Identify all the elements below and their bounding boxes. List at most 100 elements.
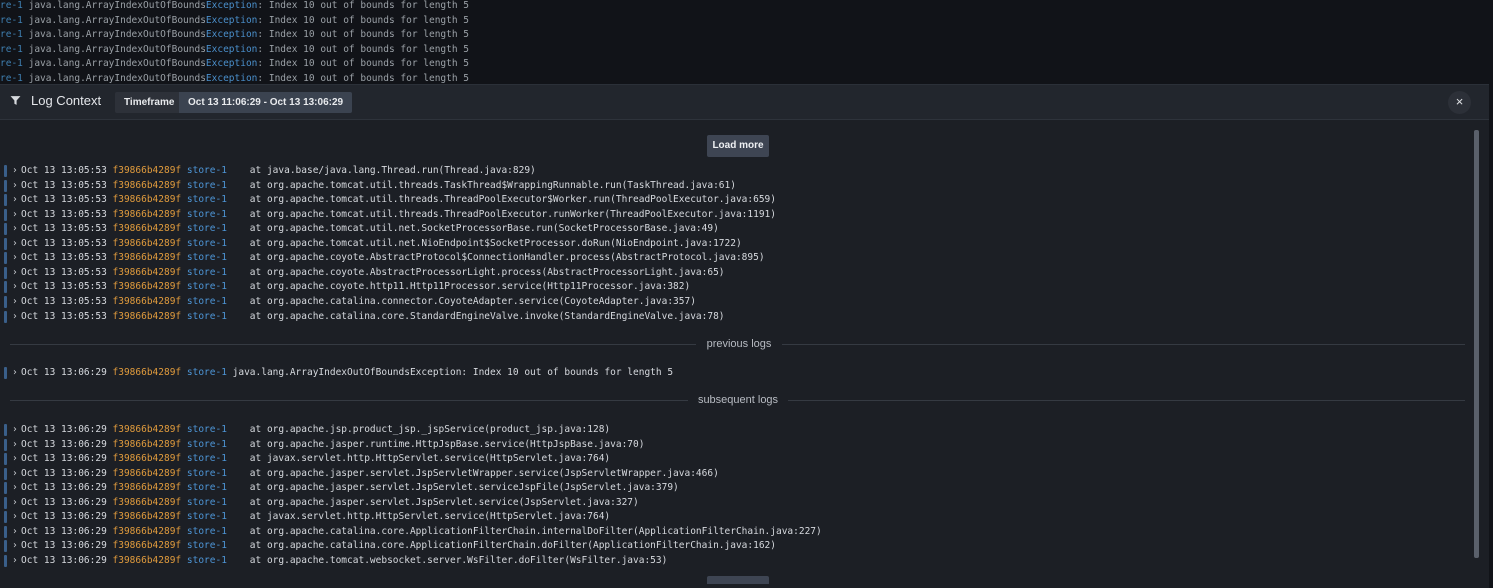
service-name: store-1 (186, 266, 233, 278)
row-marker (4, 367, 7, 379)
divider-label: previous logs (706, 338, 772, 350)
row-text: Oct 13 13:06:29 f39866b4289f store-1 at … (21, 481, 679, 495)
row-text: Oct 13 13:05:53 f39866b4289f store-1 at … (21, 193, 776, 207)
chevron-right-icon[interactable]: › (12, 539, 20, 553)
row-text: Oct 13 13:06:29 f39866b4289f store-1 at … (21, 452, 610, 466)
log-message: at org.apache.catalina.connector.CoyoteA… (232, 295, 696, 307)
row-marker (4, 179, 7, 192)
log-message: at org.apache.jasper.runtime.HttpJspBase… (232, 438, 645, 450)
background-log-stream: re-1 java.lang.ArrayIndexOutOfBounds Exce… (0, 0, 1493, 84)
row-marker (4, 554, 7, 567)
service-name: store-1 (186, 554, 233, 566)
row-marker (4, 496, 7, 509)
load-more-bottom-button[interactable] (707, 576, 769, 584)
log-message: at org.apache.tomcat.util.threads.Thread… (232, 208, 776, 220)
timestamp: Oct 13 13:05:53 (21, 281, 113, 293)
chevron-right-icon[interactable]: › (12, 222, 20, 236)
row-marker (4, 252, 7, 265)
log-message: at java.base/java.lang.Thread.run(Thread… (232, 165, 536, 176)
row-marker (4, 208, 7, 221)
chevron-right-icon[interactable]: › (12, 295, 20, 309)
row-text: Oct 13 13:06:29 f39866b4289f store-1 at … (21, 438, 644, 452)
timestamp: Oct 13 13:06:29 (21, 438, 113, 450)
service-name: store-1 (186, 367, 233, 378)
background-log-line: re-1 java.lang.ArrayIndexOutOfBoundsExce… (0, 43, 469, 57)
chevron-right-icon[interactable]: › (12, 423, 20, 437)
exception-message: : Index 10 out of bounds for length 5 (257, 14, 470, 26)
chevron-right-icon[interactable]: › (12, 280, 20, 294)
row-marker (4, 482, 7, 495)
exception-class: java.lang.ArrayIndexOutOfBounds (28, 0, 206, 11)
timestamp: Oct 13 13:06:29 (21, 367, 113, 378)
service-name: store-1 (186, 453, 233, 465)
timestamp: Oct 13 13:06:29 (21, 453, 113, 465)
container-hash: f39866b4289f (112, 453, 187, 465)
chevron-right-icon[interactable]: › (12, 208, 20, 222)
filter-icon (10, 96, 21, 105)
service-name: store-1 (186, 295, 233, 307)
chevron-right-icon[interactable]: › (12, 266, 20, 280)
row-marker (4, 295, 7, 308)
load-more-button[interactable]: Load more (707, 135, 769, 157)
log-message: at org.apache.coyote.http11.Http11Proces… (232, 281, 691, 293)
log-prefix: re-1 (0, 0, 29, 11)
container-hash: f39866b4289f (112, 194, 187, 206)
close-button[interactable]: × (1448, 91, 1471, 114)
service-name: store-1 (186, 281, 233, 293)
exception-message: : Index 10 out of bounds for length 5 (257, 0, 470, 11)
service-name: store-1 (186, 482, 233, 494)
container-hash: f39866b4289f (112, 223, 187, 235)
chevron-right-icon[interactable]: › (12, 164, 20, 178)
log-message: at org.apache.catalina.core.StandardEngi… (232, 310, 725, 322)
log-prefix: re-1 (0, 58, 29, 70)
row-marker (4, 281, 7, 294)
exception-word: Exception (205, 58, 258, 70)
timestamp: Oct 13 13:06:29 (21, 540, 113, 552)
chevron-right-icon[interactable]: › (12, 366, 20, 380)
timestamp: Oct 13 13:05:53 (21, 208, 113, 220)
timestamp: Oct 13 13:05:53 (21, 194, 113, 206)
row-marker (4, 223, 7, 236)
exception-word: Exception (205, 43, 258, 55)
service-name: store-1 (186, 237, 233, 249)
row-marker (4, 438, 7, 451)
chevron-right-icon[interactable]: › (12, 193, 20, 207)
log-message: at org.apache.tomcat.util.threads.TaskTh… (232, 179, 736, 191)
row-text: Oct 13 13:05:53 f39866b4289f store-1 at … (21, 295, 696, 309)
container-hash: f39866b4289f (112, 281, 187, 293)
row-text: Oct 13 13:06:29 f39866b4289f store-1 at … (21, 539, 776, 553)
chevron-right-icon[interactable]: › (12, 452, 20, 466)
row-text: Oct 13 13:05:53 f39866b4289f store-1 at … (21, 164, 536, 178)
chevron-right-icon[interactable]: › (12, 481, 20, 495)
divider-line (788, 400, 1465, 401)
service-name: store-1 (186, 511, 233, 523)
chevron-right-icon[interactable]: › (12, 237, 20, 251)
chevron-right-icon[interactable]: › (12, 496, 20, 510)
container-hash: f39866b4289f (112, 496, 187, 508)
timestamp: Oct 13 13:06:29 (21, 496, 113, 508)
chevron-right-icon[interactable]: › (12, 467, 20, 481)
chevron-right-icon[interactable]: › (12, 510, 20, 524)
chevron-right-icon[interactable]: › (12, 251, 20, 265)
log-prefix: re-1 (0, 14, 29, 26)
log-message: at javax.servlet.http.HttpServlet.servic… (232, 453, 611, 465)
chevron-right-icon[interactable]: › (12, 554, 20, 568)
chevron-right-icon[interactable]: › (12, 525, 20, 539)
subsequent-logs-divider: subsequent logs (10, 393, 1465, 407)
chevron-right-icon[interactable]: › (12, 438, 20, 452)
container-hash: f39866b4289f (112, 252, 187, 264)
panel-header: Log Context Timeframe Oct 13 11:06:29 - … (0, 85, 1489, 120)
log-message: at javax.servlet.http.HttpServlet.servic… (232, 511, 611, 523)
log-message: at org.apache.coyote.AbstractProtocol$Co… (232, 252, 765, 264)
chevron-right-icon[interactable]: › (12, 179, 20, 193)
log-message: at org.apache.catalina.core.ApplicationF… (232, 525, 822, 537)
timestamp: Oct 13 13:05:53 (21, 237, 113, 249)
timeframe-value[interactable]: Oct 13 11:06:29 - Oct 13 13:06:29 (179, 92, 353, 113)
scrollbar-track[interactable] (1474, 130, 1479, 558)
container-hash: f39866b4289f (112, 525, 187, 537)
timeframe-label: Timeframe (115, 92, 184, 113)
exception-class: java.lang.ArrayIndexOutOfBounds (28, 29, 206, 41)
log-message: at org.apache.coyote.AbstractProcessorLi… (232, 266, 725, 278)
chevron-right-icon[interactable]: › (12, 310, 20, 324)
scrollbar-thumb[interactable] (1474, 130, 1479, 558)
